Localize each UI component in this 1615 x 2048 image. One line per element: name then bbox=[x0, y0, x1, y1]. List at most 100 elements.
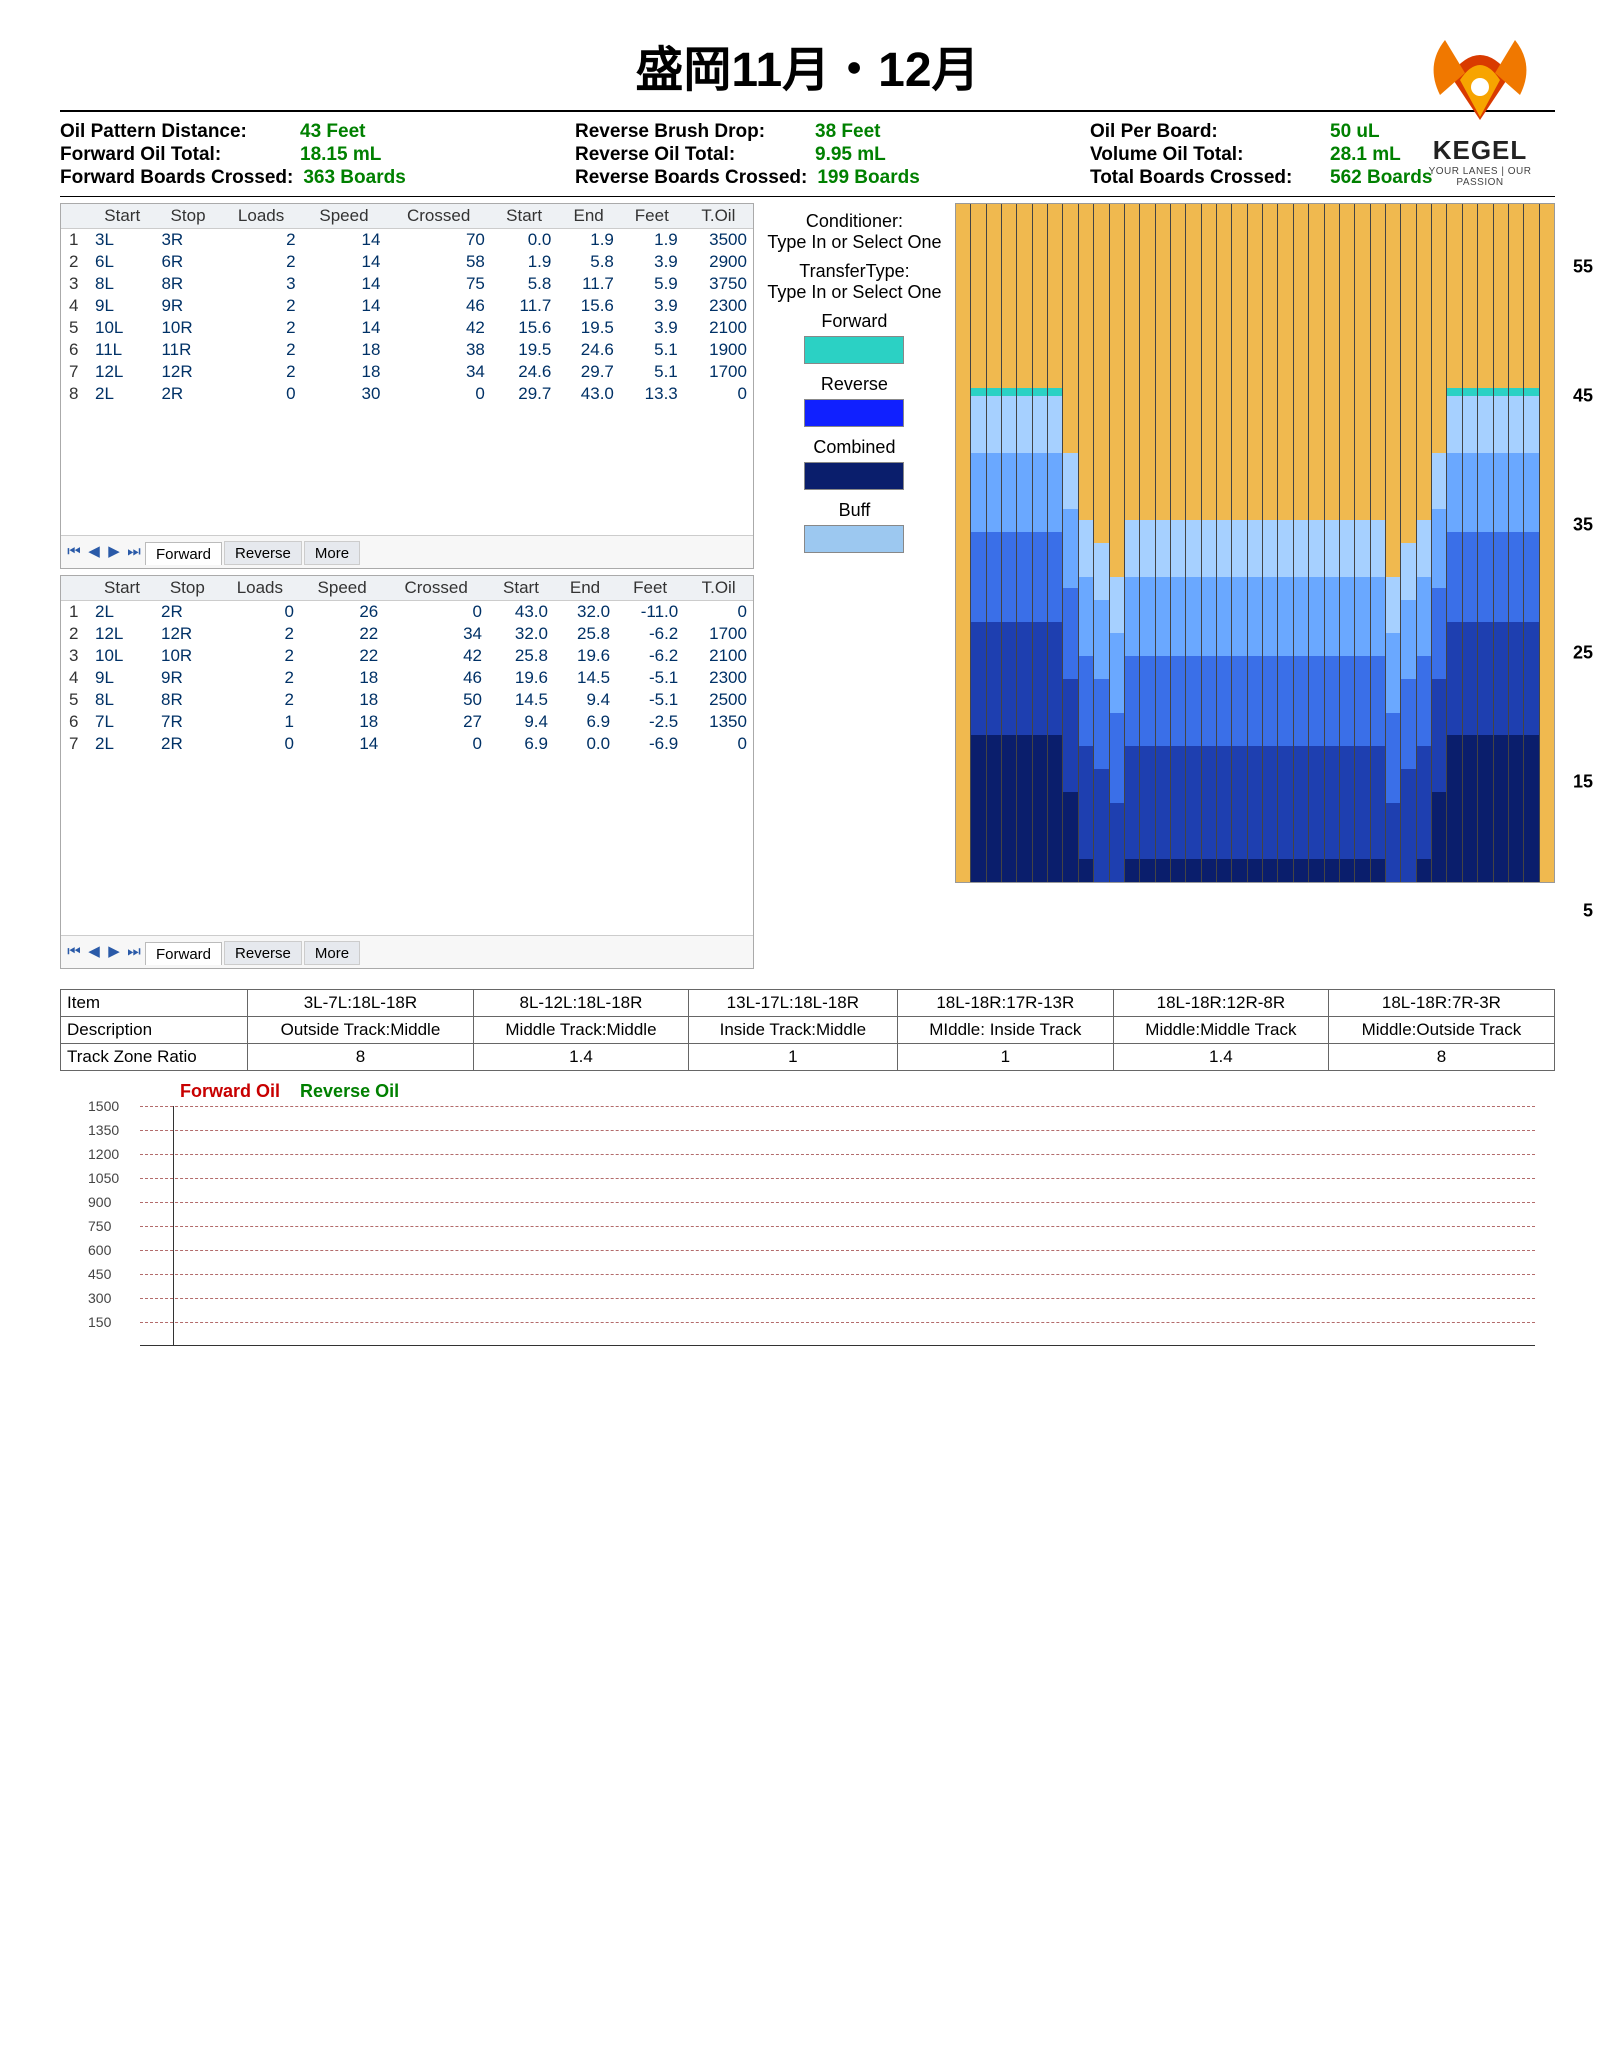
lane-board bbox=[1125, 204, 1140, 882]
lane-board bbox=[1325, 204, 1340, 882]
stat-value: 38 Feet bbox=[815, 121, 880, 143]
stat-value: 28.1 mL bbox=[1330, 144, 1401, 166]
chart-ytick: 1050 bbox=[88, 1170, 119, 1186]
chart-ytick: 600 bbox=[88, 1242, 111, 1258]
lane-board bbox=[1079, 204, 1094, 882]
lane-board bbox=[1140, 204, 1155, 882]
lane-tick: 45 bbox=[1573, 386, 1593, 407]
nav-first-icon[interactable]: ⏮ bbox=[65, 544, 83, 560]
lane-board bbox=[1202, 204, 1217, 882]
tab-more[interactable]: More bbox=[304, 941, 360, 965]
table-row: 58L8R2185014.59.4-5.12500 bbox=[61, 689, 753, 711]
tab-reverse[interactable]: Reverse bbox=[224, 941, 302, 965]
stat-value: 363 Boards bbox=[303, 167, 405, 189]
lane-board bbox=[1033, 204, 1048, 882]
nav-last-icon[interactable]: ⏭ bbox=[125, 944, 143, 960]
legend-swatch bbox=[804, 399, 904, 427]
lane-board bbox=[1509, 204, 1524, 882]
lane-tick: 35 bbox=[1573, 514, 1593, 535]
lane-board bbox=[1309, 204, 1324, 882]
nav-next-icon[interactable]: ▶ bbox=[105, 544, 123, 560]
lane-board bbox=[987, 204, 1002, 882]
stat-label: Reverse Brush Drop: bbox=[575, 121, 805, 143]
lane-board bbox=[1263, 204, 1278, 882]
lane-tick: 15 bbox=[1573, 772, 1593, 793]
lane-board bbox=[1432, 204, 1447, 882]
lane-board bbox=[1094, 204, 1109, 882]
lane-board bbox=[1371, 204, 1386, 882]
nav-next-icon[interactable]: ▶ bbox=[105, 944, 123, 960]
tab-reverse[interactable]: Reverse bbox=[224, 541, 302, 565]
chart-legend: Forward Oil Reverse Oil bbox=[180, 1081, 1555, 1102]
chart-ytick: 900 bbox=[88, 1194, 111, 1210]
nav-last-icon[interactable]: ⏭ bbox=[125, 544, 143, 560]
table-row: 212L12R2223432.025.8-6.21700 bbox=[61, 623, 753, 645]
stat-value: 43 Feet bbox=[300, 121, 365, 143]
lane-board bbox=[1294, 204, 1309, 882]
reverse-table: StartStopLoadsSpeedCrossedStartEndFeetT.… bbox=[60, 575, 754, 969]
stat-label: Forward Boards Crossed: bbox=[60, 167, 293, 189]
table-row: 310L10R2224225.819.6-6.22100 bbox=[61, 645, 753, 667]
stat-label: Reverse Oil Total: bbox=[575, 144, 805, 166]
lane-board bbox=[1417, 204, 1432, 882]
lane-board bbox=[1156, 204, 1171, 882]
lane-board bbox=[1494, 204, 1509, 882]
lane-board bbox=[1002, 204, 1017, 882]
lane-board bbox=[1463, 204, 1478, 882]
lane-board bbox=[1171, 204, 1186, 882]
stat-label: Oil Pattern Distance: bbox=[60, 121, 290, 143]
stat-value: 50 uL bbox=[1330, 121, 1380, 143]
lane-board bbox=[956, 204, 971, 882]
lane-board bbox=[1232, 204, 1247, 882]
stat-value: 199 Boards bbox=[817, 167, 919, 189]
lane-board bbox=[1401, 204, 1416, 882]
table-row: 49L9R2184619.614.5-5.12300 bbox=[61, 667, 753, 689]
nav-prev-icon[interactable]: ◀ bbox=[85, 944, 103, 960]
nav-first-icon[interactable]: ⏮ bbox=[65, 944, 83, 960]
tab-forward[interactable]: Forward bbox=[145, 542, 222, 565]
lane-board bbox=[1478, 204, 1493, 882]
table-row: 72L2R01406.90.0-6.90 bbox=[61, 733, 753, 755]
stat-label: Volume Oil Total: bbox=[1090, 144, 1320, 166]
legend-swatch bbox=[804, 462, 904, 490]
lane-board bbox=[1447, 204, 1462, 882]
lane-board bbox=[1540, 204, 1554, 882]
stat-value: 18.15 mL bbox=[300, 144, 381, 166]
table-row: 26L6R214581.95.83.92900 bbox=[61, 251, 753, 273]
stat-value: 9.95 mL bbox=[815, 144, 886, 166]
chart-ytick: 1200 bbox=[88, 1146, 119, 1162]
lane-board bbox=[1278, 204, 1293, 882]
page-title: 盛岡11月・12月 bbox=[635, 44, 979, 97]
lane-tick: 25 bbox=[1573, 643, 1593, 664]
legend-swatch bbox=[804, 525, 904, 553]
lane-board bbox=[1355, 204, 1370, 882]
lane-board bbox=[1017, 204, 1032, 882]
lane-board bbox=[1340, 204, 1355, 882]
table-row: 510L10R2144215.619.53.92100 bbox=[61, 317, 753, 339]
tab-forward[interactable]: Forward bbox=[145, 942, 222, 965]
chart-ytick: 150 bbox=[88, 1314, 111, 1330]
stats-block: Oil Pattern Distance: 43 Feet Forward Oil … bbox=[60, 120, 1555, 190]
nav-prev-icon[interactable]: ◀ bbox=[85, 544, 103, 560]
table-row: 611L11R2183819.524.65.11900 bbox=[61, 339, 753, 361]
chart-ytick: 1350 bbox=[88, 1122, 119, 1138]
stat-label: Forward Oil Total: bbox=[60, 144, 290, 166]
table-row: 38L8R314755.811.75.93750 bbox=[61, 273, 753, 295]
chart-ytick: 450 bbox=[88, 1266, 111, 1282]
lane-tick: 55 bbox=[1573, 257, 1593, 278]
stat-label: Reverse Boards Crossed: bbox=[575, 167, 807, 189]
chart-ytick: 1500 bbox=[88, 1098, 119, 1114]
table-row: 49L9R2144611.715.63.92300 bbox=[61, 295, 753, 317]
chart-ytick: 300 bbox=[88, 1290, 111, 1306]
lane-tick: 5 bbox=[1583, 900, 1593, 921]
kegel-logo: KEGEL YOUR LANES | OUR PASSION bbox=[1405, 20, 1555, 188]
legend: Conditioner: Type In or Select One Trans… bbox=[762, 203, 947, 975]
stat-label: Oil Per Board: bbox=[1090, 121, 1320, 143]
lane-board bbox=[1063, 204, 1078, 882]
lane-board bbox=[1186, 204, 1201, 882]
lane-board bbox=[1110, 204, 1125, 882]
lane-board bbox=[971, 204, 986, 882]
oil-bar-chart: 1503004506007509001050120013501500 bbox=[140, 1106, 1555, 1346]
tab-more[interactable]: More bbox=[304, 541, 360, 565]
lane-board bbox=[1386, 204, 1401, 882]
